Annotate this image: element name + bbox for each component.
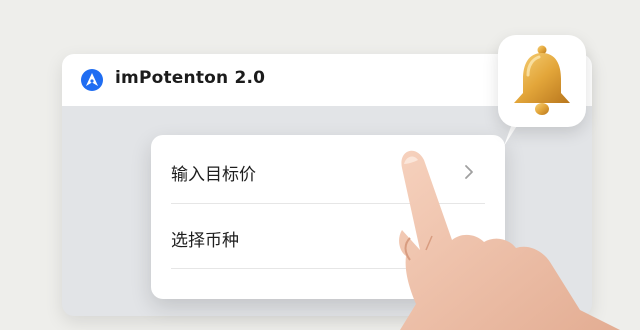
pointing-hand xyxy=(399,150,620,330)
brand-logo-icon xyxy=(81,69,103,91)
bell-icon xyxy=(514,45,570,115)
app-title: imPotenton 2.0 xyxy=(115,68,266,88)
notification-button[interactable] xyxy=(498,35,586,127)
menu-item-label: 选择币种 xyxy=(171,231,239,251)
menu-item-label: 输入目标价 xyxy=(171,165,256,185)
